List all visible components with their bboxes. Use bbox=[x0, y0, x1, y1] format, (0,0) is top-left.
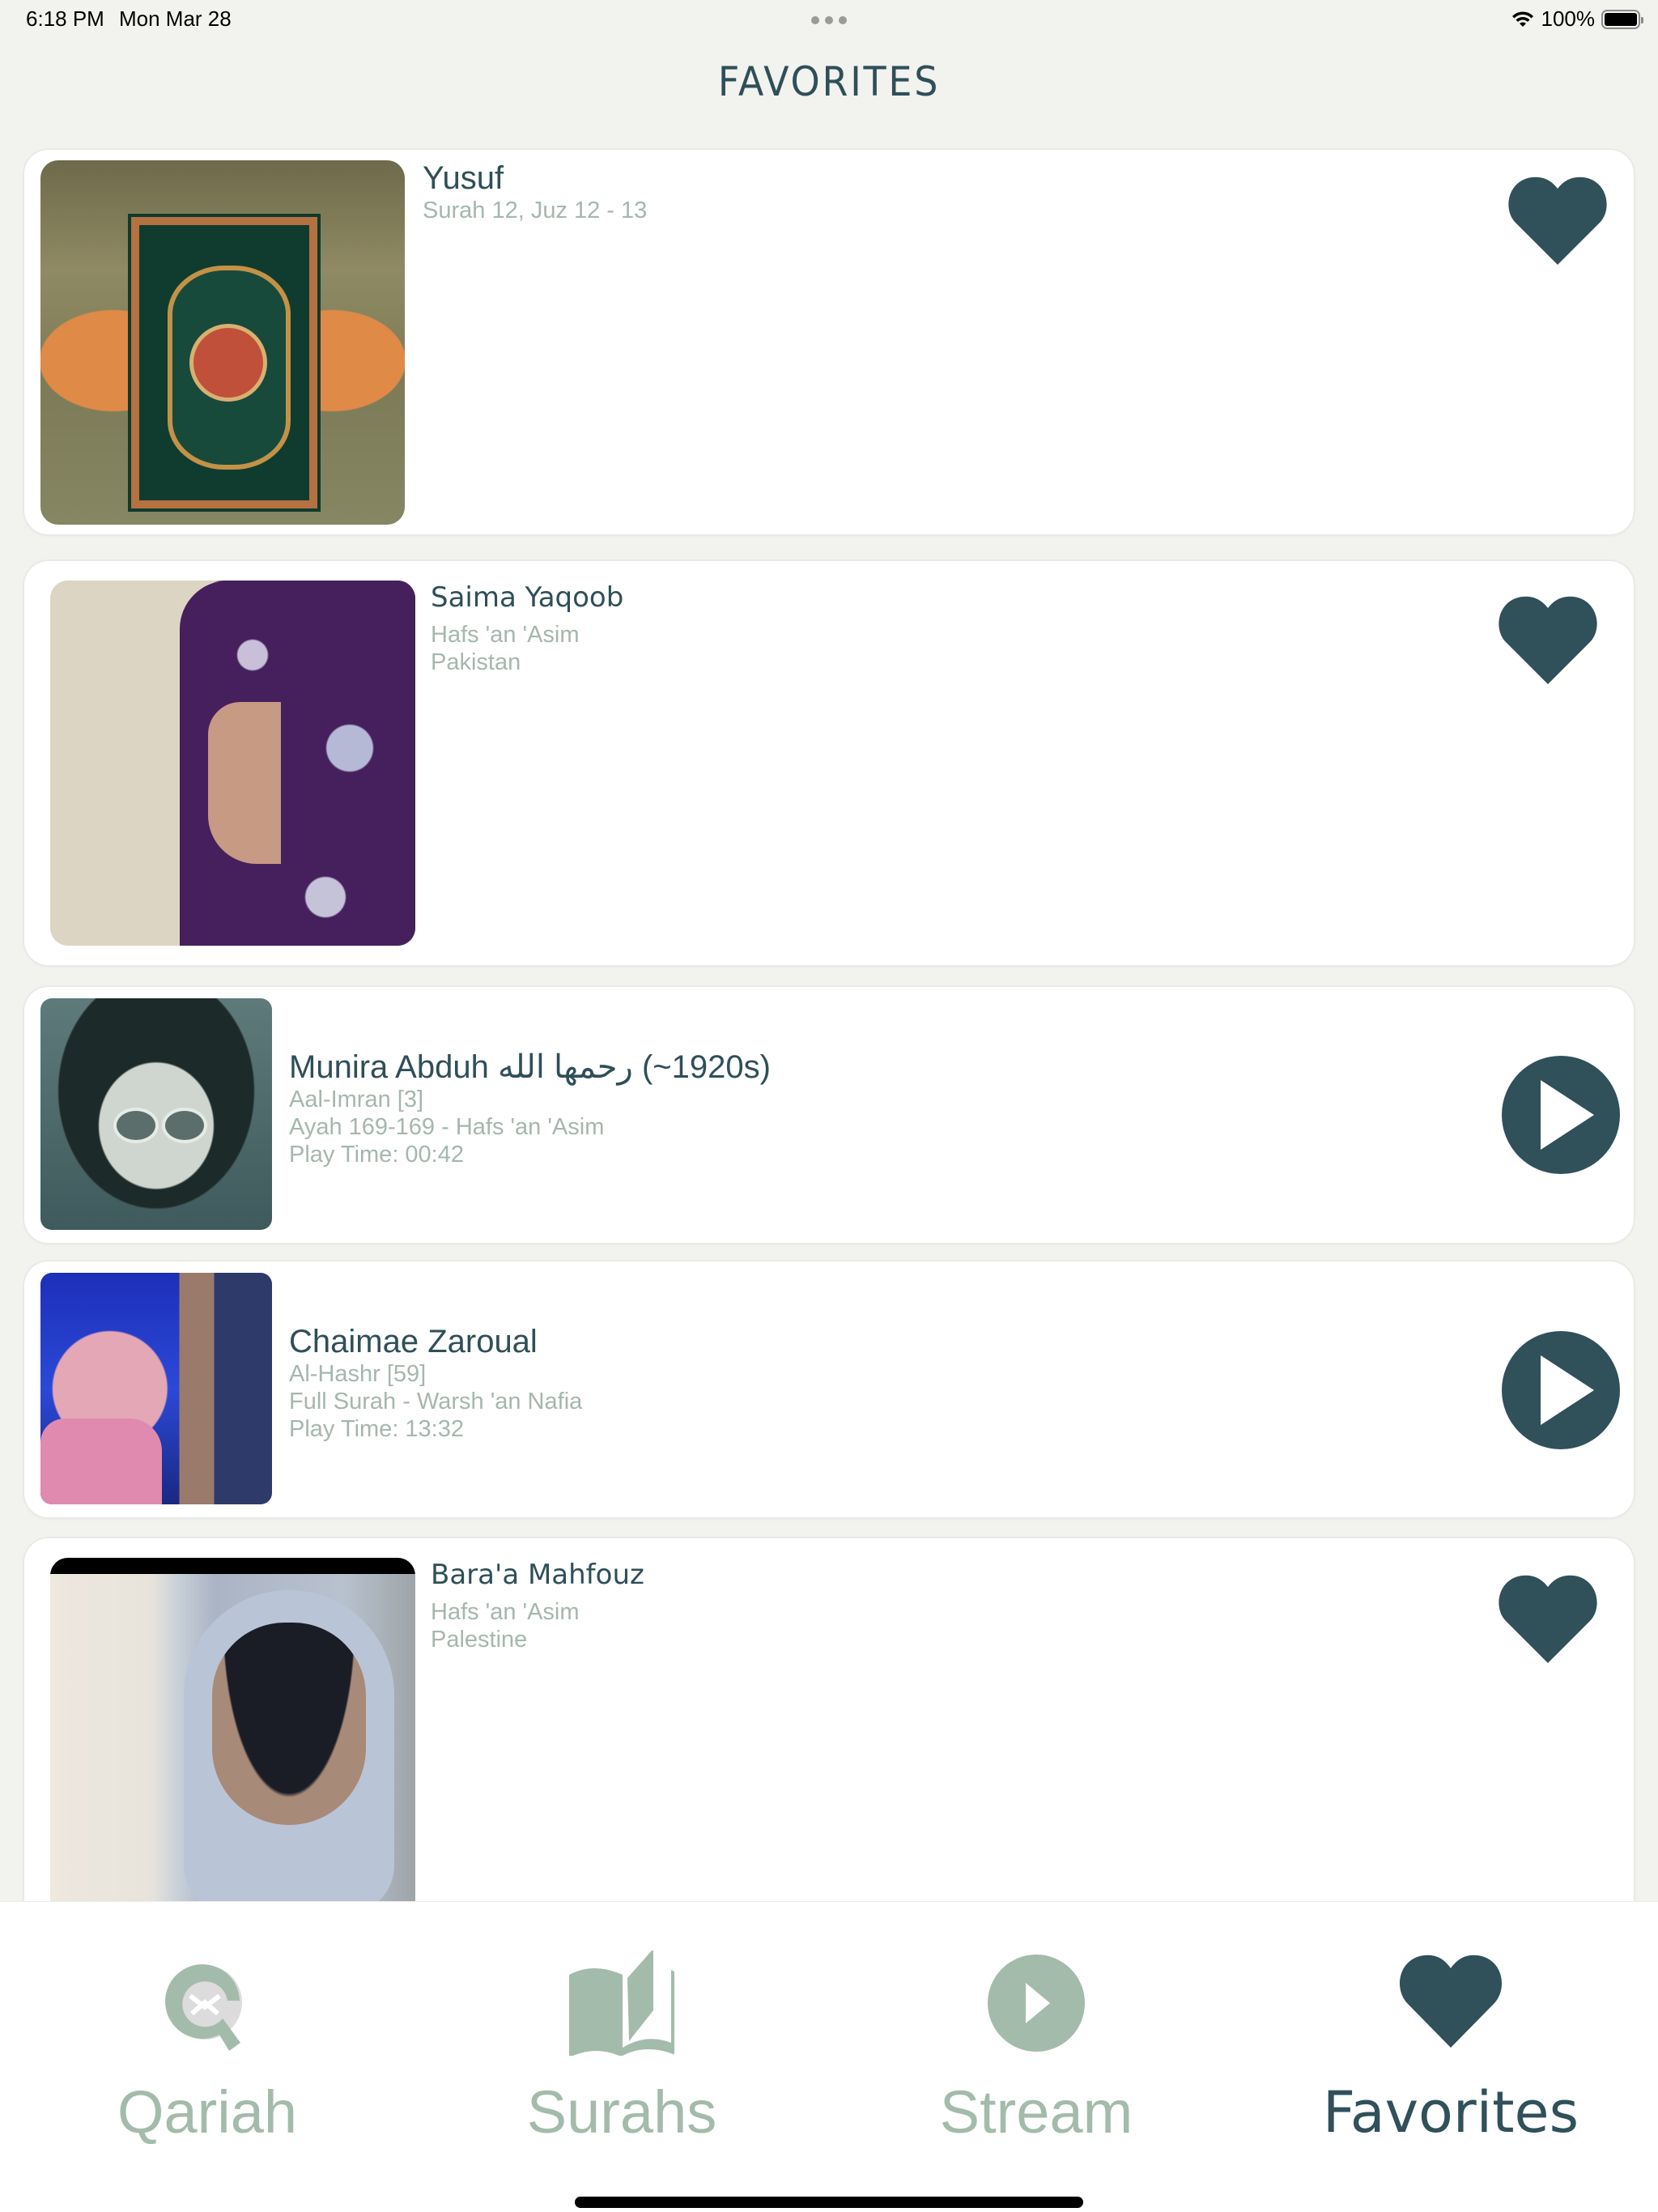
play-button[interactable] bbox=[1502, 1331, 1620, 1449]
play-icon bbox=[1541, 1080, 1594, 1150]
tab-label: Qariah bbox=[117, 2078, 298, 2146]
card-title: Munira Abduh رحمها الله (~1920s) bbox=[289, 1049, 771, 1085]
tab-surahs[interactable]: Surahs bbox=[414, 1902, 829, 2146]
card-subtitle: Aal-Imran [3] bbox=[289, 1087, 423, 1112]
card-subtitle: Palestine bbox=[431, 1627, 528, 1653]
page-title: FAVORITES bbox=[717, 58, 941, 105]
card-subtitle: Surah 12, Juz 12 - 13 bbox=[423, 198, 648, 223]
wifi-icon bbox=[1511, 11, 1533, 27]
favorite-card-surah[interactable]: Yusuf Surah 12, Juz 12 - 13 bbox=[24, 150, 1634, 534]
multitasking-dots-icon[interactable] bbox=[811, 16, 847, 24]
tab-stream[interactable]: Stream bbox=[829, 1902, 1244, 2146]
battery-icon bbox=[1601, 9, 1643, 29]
card-play-time: Play Time: 00:42 bbox=[289, 1142, 464, 1168]
status-bar: 6:18 PM Mon Mar 28 100% bbox=[0, 0, 1658, 39]
card-title: Yusuf bbox=[423, 160, 504, 196]
tab-label: Stream bbox=[939, 2078, 1133, 2146]
tab-favorites[interactable]: Favorites bbox=[1244, 1902, 1658, 2146]
reciter-thumbnail bbox=[40, 1273, 272, 1504]
tab-label: Favorites bbox=[1322, 2079, 1579, 2146]
card-play-time: Play Time: 13:32 bbox=[289, 1416, 464, 1442]
play-circle-icon bbox=[988, 1955, 1085, 2052]
play-button[interactable] bbox=[1502, 1056, 1620, 1174]
heart-icon bbox=[1399, 1955, 1503, 2048]
reciter-thumbnail bbox=[40, 998, 272, 1230]
battery-percent: 100% bbox=[1541, 6, 1596, 31]
favorite-card-recitation[interactable]: Chaimae Zaroual Al-Hashr [59] Full Surah… bbox=[24, 1261, 1634, 1517]
card-subtitle: Hafs 'an 'Asim bbox=[431, 1599, 580, 1625]
favorite-card-reciter[interactable]: Saima Yaqoob Hafs 'an 'Asim Pakistan bbox=[24, 561, 1634, 965]
card-subtitle: Ayah 169-169 - Hafs 'an 'Asim bbox=[289, 1114, 605, 1140]
play-icon bbox=[1541, 1355, 1594, 1425]
heart-icon[interactable] bbox=[1498, 593, 1598, 684]
card-subtitle: Al-Hashr [59] bbox=[289, 1361, 427, 1387]
reciter-thumbnail bbox=[50, 581, 415, 946]
tab-qariah[interactable]: Qariah bbox=[0, 1902, 414, 2146]
status-date: Mon Mar 28 bbox=[119, 6, 232, 31]
card-subtitle: Full Surah - Warsh 'an Nafia bbox=[289, 1389, 583, 1414]
status-indicators: 100% bbox=[1511, 6, 1643, 32]
home-indicator[interactable] bbox=[575, 2197, 1083, 2208]
qariah-logo-icon bbox=[165, 1964, 242, 2051]
favorite-card-recitation[interactable]: Munira Abduh رحمها الله (~1920s) Aal-Imr… bbox=[24, 987, 1634, 1243]
card-title: Chaimae Zaroual bbox=[289, 1324, 538, 1359]
card-title: Bara'a Mahfouz bbox=[431, 1559, 644, 1591]
open-book-icon bbox=[569, 1950, 674, 2056]
card-subtitle: Hafs 'an 'Asim bbox=[431, 622, 580, 648]
tab-bar: Qariah Surahs Stream Favorites bbox=[0, 1901, 1658, 2212]
card-title: Saima Yaqoob bbox=[431, 581, 624, 614]
heart-icon[interactable] bbox=[1498, 1572, 1598, 1663]
heart-icon[interactable] bbox=[1507, 174, 1608, 265]
surah-thumbnail bbox=[40, 160, 405, 525]
status-time: 6:18 PM bbox=[26, 6, 104, 31]
favorite-card-reciter[interactable]: Bara'a Mahfouz Hafs 'an 'Asim Palestine bbox=[24, 1538, 1634, 1942]
tab-label: Surahs bbox=[526, 2078, 717, 2146]
card-subtitle: Pakistan bbox=[431, 649, 521, 675]
reciter-thumbnail bbox=[50, 1558, 415, 1923]
